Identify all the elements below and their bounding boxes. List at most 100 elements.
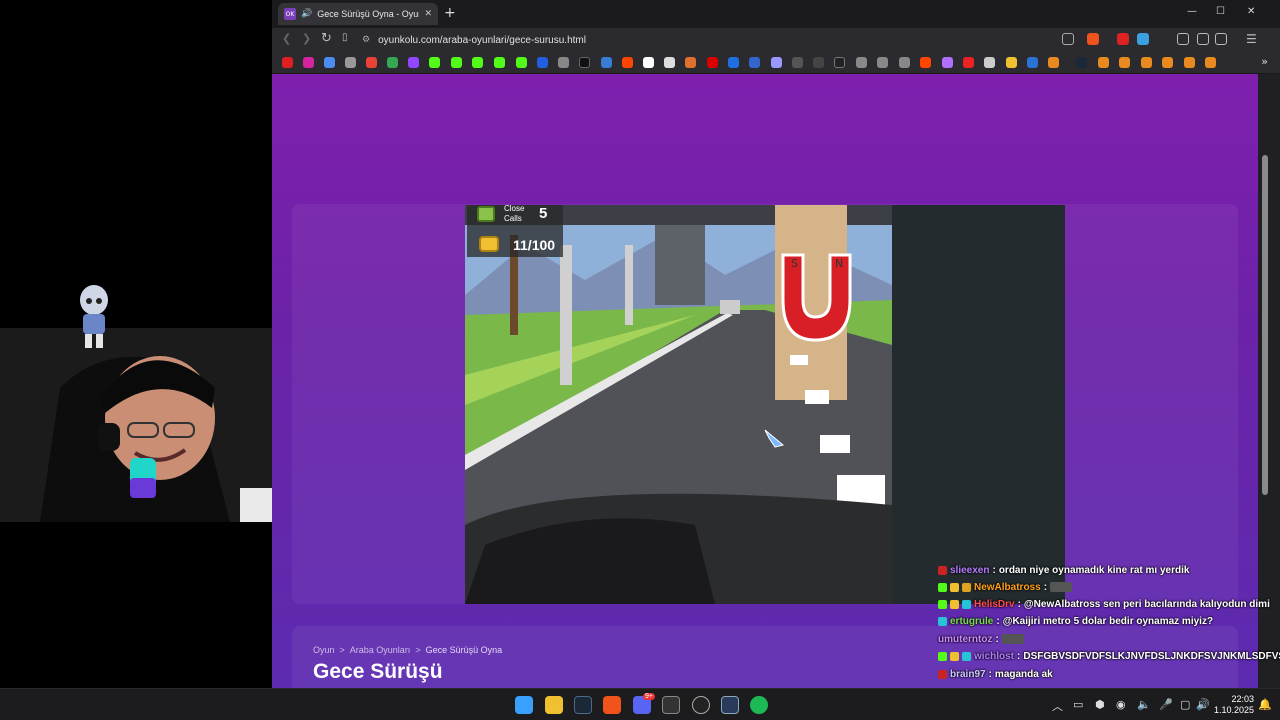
site-favicon-icon: OK	[284, 8, 296, 20]
microphone-icon[interactable]: 🎤	[1159, 698, 1173, 711]
bookmark-icon[interactable]	[728, 57, 739, 68]
folder-icon[interactable]	[1006, 57, 1017, 68]
bookmark-icon[interactable]	[749, 57, 760, 68]
brave-browser-icon[interactable]	[603, 696, 621, 714]
bookmark-icon[interactable]	[707, 57, 718, 68]
sound-icon[interactable]: 🔊	[1196, 698, 1210, 711]
kick-icon[interactable]	[472, 57, 483, 68]
bookmark-icon[interactable]	[643, 57, 654, 68]
bookmark-icon[interactable]	[771, 57, 782, 68]
bookmark-icon[interactable]	[792, 57, 803, 68]
menu-icon[interactable]: ☰	[1246, 32, 1257, 46]
kick-badge-icon	[938, 651, 947, 661]
tray-chevron-icon[interactable]: ︿	[1052, 698, 1063, 714]
tab-close-icon[interactable]: ✕	[424, 9, 432, 19]
bookmarks-overflow-button[interactable]: »	[1261, 55, 1268, 68]
close-calls-label: Close Calls	[504, 205, 525, 223]
web-icon[interactable]	[899, 57, 910, 68]
extension-icon[interactable]	[1117, 33, 1129, 45]
bookmark-icon[interactable]	[558, 57, 569, 68]
chat-message: NewAlbatross :	[938, 579, 1073, 595]
extension-icon[interactable]	[1177, 33, 1189, 45]
kick-icon[interactable]	[429, 57, 440, 68]
breadcrumb-category-link[interactable]: Araba Oyunları	[350, 645, 411, 655]
reddit-icon[interactable]	[920, 57, 931, 68]
speaker-icon[interactable]: 🔊	[301, 9, 312, 19]
youtube-icon[interactable]	[282, 57, 293, 68]
battery-icon[interactable]: ▭	[1073, 698, 1083, 711]
close-calls-icon	[477, 206, 495, 222]
bookmark-icon[interactable]	[1119, 57, 1130, 68]
bookmark-icon[interactable]	[1048, 57, 1059, 68]
translate-icon[interactable]	[324, 57, 335, 68]
extension-icon[interactable]	[1137, 33, 1149, 45]
bookmark-icon[interactable]	[1205, 57, 1216, 68]
notifications-bell-icon[interactable]: 🔔	[1258, 698, 1272, 711]
kick-icon[interactable]	[451, 57, 462, 68]
game-canvas[interactable]: S N Close Calls 5 11/100	[465, 205, 892, 604]
steam-icon[interactable]	[574, 696, 592, 714]
tab-gece-surusu[interactable]: OK 🔊 Gece Sürüşü Oyna - Oyun Kolu ✕	[278, 3, 438, 25]
site-info-icon[interactable]: ⚙	[362, 35, 370, 45]
bookmark-icon[interactable]	[834, 57, 845, 68]
drive-icon[interactable]	[387, 57, 398, 68]
gmail-icon[interactable]	[366, 57, 377, 68]
bookmark-icon[interactable]	[537, 57, 548, 68]
volume-icon[interactable]: 🔈	[1137, 698, 1151, 711]
breadcrumb-home-link[interactable]: Oyun	[313, 645, 335, 655]
app-icon[interactable]	[721, 696, 739, 714]
bookmark-icon[interactable]	[1162, 57, 1173, 68]
address-bar[interactable]: ⚙ oyunkolu.com/araba-oyunlari/gece-surus…	[362, 31, 1062, 49]
x-twitter-icon[interactable]	[579, 57, 590, 68]
instagram-icon[interactable]	[303, 57, 314, 68]
web-icon[interactable]	[345, 57, 356, 68]
clock-date: 1.10.2025	[1213, 705, 1254, 715]
bookmark-icon[interactable]	[1184, 57, 1195, 68]
amazon-icon[interactable]	[664, 57, 675, 68]
reddit-icon[interactable]	[622, 57, 633, 68]
bookmark-icon[interactable]	[963, 57, 974, 68]
breadcrumb: Oyun > Araba Oyunları > Gece Sürüşü Oyna	[313, 645, 502, 655]
steam-icon[interactable]	[1076, 57, 1087, 68]
epic-games-icon[interactable]	[662, 696, 680, 714]
twitch-icon[interactable]	[408, 57, 419, 68]
bookmark-icon[interactable]	[685, 57, 696, 68]
navigation-bar: ❮ ❯ ↻ ▯ ⚙ oyunkolu.com/araba-oyunlari/ge…	[272, 28, 1280, 52]
extension-icon[interactable]	[516, 57, 527, 68]
chat-text: @NewAlbatross sen peri bacılarında kalıy…	[1023, 598, 1270, 610]
back-button[interactable]: ❮	[282, 32, 291, 45]
bookmark-icon[interactable]	[984, 57, 995, 68]
display-icon[interactable]: ▢	[1180, 698, 1190, 711]
extension-icon[interactable]	[494, 57, 505, 68]
bookmark-icon[interactable]	[1141, 57, 1152, 68]
web-icon[interactable]	[877, 57, 888, 68]
sidebar-icon[interactable]	[1215, 33, 1227, 45]
brave-shields-icon[interactable]	[1087, 33, 1099, 45]
web-icon[interactable]	[856, 57, 867, 68]
bookmark-icon[interactable]	[1027, 57, 1038, 68]
scrollbar-thumb[interactable]	[1262, 155, 1268, 495]
windows-start-icon[interactable]	[515, 696, 533, 714]
bookmark-icon[interactable]	[942, 57, 953, 68]
emote-icon	[1050, 582, 1073, 592]
tray-app-icon[interactable]: ⬢	[1095, 698, 1105, 711]
close-window-button[interactable]: ✕	[1247, 6, 1255, 17]
file-explorer-icon[interactable]	[545, 696, 563, 714]
obs-icon[interactable]	[692, 696, 710, 714]
new-tab-button[interactable]: +	[444, 5, 456, 21]
chat-separator: :	[992, 564, 996, 576]
breadcrumb-current: Gece Sürüşü Oyna	[425, 645, 503, 655]
share-icon[interactable]	[1062, 33, 1074, 45]
forward-button[interactable]: ❯	[302, 32, 311, 45]
maximize-button[interactable]: ☐	[1216, 6, 1225, 17]
bookmark-icon[interactable]	[601, 57, 612, 68]
spotify-icon[interactable]	[750, 696, 768, 714]
steam-tray-icon[interactable]: ◉	[1116, 698, 1126, 711]
minimize-button[interactable]: —	[1187, 6, 1197, 17]
bookmark-icon[interactable]	[1098, 57, 1109, 68]
bookmark-icon[interactable]	[813, 57, 824, 68]
bookmark-page-icon[interactable]: ▯	[342, 32, 348, 43]
reload-button[interactable]: ↻	[321, 31, 332, 46]
system-clock[interactable]: 22:03 1.10.2025	[1214, 694, 1254, 716]
extensions-puzzle-icon[interactable]	[1197, 33, 1209, 45]
